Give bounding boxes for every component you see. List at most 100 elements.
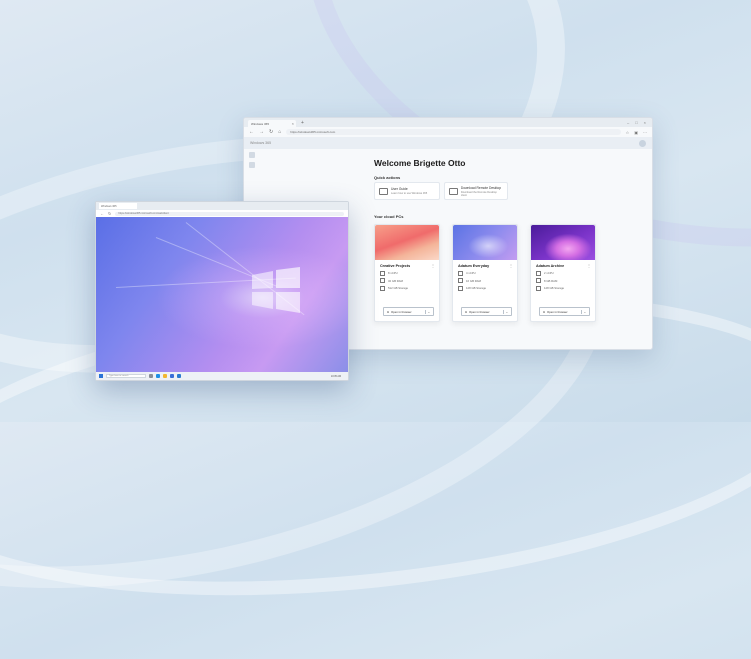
- page-title: Welcome Brigette Otto: [374, 158, 466, 168]
- pc-spec-cpu: 4 vCPU: [458, 270, 517, 276]
- open-in-browser-button[interactable]: ⧉ Open in browser ⌄: [539, 307, 590, 316]
- cpu-icon: [458, 270, 463, 276]
- home-nav-icon[interactable]: [249, 152, 255, 158]
- side-rail: [249, 152, 257, 168]
- external-link-icon: ⧉: [387, 309, 389, 314]
- pc-spec-storage-text: 128 GB Storage: [466, 286, 487, 290]
- open-in-browser-label: Open in browser: [547, 309, 568, 314]
- pc-spec-ram: 8 GB RAM: [536, 278, 595, 283]
- taskbar: Type here to search 10:05 AM: [96, 372, 348, 380]
- pc-thumbnail: [375, 225, 439, 260]
- collections-icon[interactable]: ▣: [634, 130, 638, 135]
- more-icon[interactable]: ⋮: [509, 263, 513, 268]
- forward-icon[interactable]: →: [259, 129, 264, 135]
- windows-logo-icon: [252, 267, 300, 313]
- tab-title: Windows 365: [101, 204, 117, 208]
- pc-spec-storage-text: 512 GB Storage: [388, 286, 409, 290]
- address-bar: ← ↻ https://windows365.microsoft.com/web…: [96, 210, 348, 217]
- tab-strip: Windows 365: [96, 202, 348, 210]
- guide-icon: [379, 187, 388, 195]
- pc-spec-ram-text: 32 GB RAM: [388, 278, 403, 283]
- pc-spec-ram-text: 8 GB RAM: [544, 278, 558, 283]
- pc-spec-cpu-text: 2 vCPU: [544, 271, 554, 275]
- chevron-down-icon[interactable]: ⌄: [424, 309, 430, 314]
- more-icon[interactable]: ⋮: [431, 263, 435, 268]
- quick-action-subtitle: Download the Remote Desktop client: [460, 190, 497, 197]
- ram-icon: [458, 278, 463, 283]
- cloud-pc-desktop[interactable]: [96, 217, 348, 372]
- start-button[interactable]: [99, 374, 103, 378]
- chevron-down-icon[interactable]: ⌄: [580, 309, 586, 314]
- pc-spec-storage: 512 GB Storage: [380, 285, 439, 291]
- task-view-icon[interactable]: [149, 374, 153, 378]
- remote-desktop-window: Windows 365 ← ↻ https://windows365.micro…: [95, 201, 349, 381]
- pc-thumbnail: [453, 225, 517, 260]
- mail-icon[interactable]: [177, 374, 181, 378]
- pc-spec-cpu: 2 vCPU: [536, 270, 595, 276]
- url-field[interactable]: https://windows365.microsoft.com: [286, 129, 621, 135]
- external-link-icon: ⧉: [543, 309, 545, 314]
- pc-spec-ram: 32 GB RAM: [380, 278, 439, 283]
- open-in-browser-button[interactable]: ⧉ Open in browser ⌄: [461, 307, 512, 316]
- url-field[interactable]: https://windows365.microsoft.com/webclie…: [115, 211, 344, 216]
- tab-title: Windows 365: [251, 121, 270, 126]
- favorites-icon[interactable]: ☆: [626, 130, 630, 135]
- ram-icon: [380, 278, 385, 283]
- app-header: Windows 365: [244, 137, 652, 149]
- browser-tab[interactable]: Windows 365 ×: [248, 120, 296, 127]
- cpu-icon: [380, 270, 385, 276]
- refresh-icon[interactable]: ↻: [108, 211, 111, 216]
- quick-action-subtitle: Learn how to use Windows 365: [391, 192, 428, 195]
- pc-thumbnail: [531, 225, 595, 260]
- app-name: Windows 365: [250, 141, 272, 145]
- open-in-browser-label: Open in browser: [469, 309, 490, 314]
- storage-icon: [380, 285, 385, 291]
- more-icon[interactable]: ⋮: [587, 263, 591, 268]
- cloud-pc-card[interactable]: Adatum Everyday ⋮ 4 vCPU 16 GB RAM 128 G…: [452, 224, 518, 322]
- close-tab-icon[interactable]: ×: [292, 121, 294, 126]
- cloud-pc-card[interactable]: Adatum Archive ⋮ 2 vCPU 8 GB RAM 128 GB …: [530, 224, 596, 322]
- chevron-down-icon[interactable]: ⌄: [502, 309, 508, 314]
- pc-spec-cpu: 8 vCPU: [380, 270, 439, 276]
- download-icon: [449, 187, 458, 195]
- quick-action-user-guide[interactable]: User Guide Learn how to use Windows 365: [374, 182, 440, 200]
- cloud-pc-card[interactable]: Creative Projects ⋮ 8 vCPU 32 GB RAM 512…: [374, 224, 440, 322]
- storage-icon: [536, 285, 541, 291]
- address-bar: ← → ↻ ⌂ https://windows365.microsoft.com…: [244, 127, 652, 137]
- pc-spec-storage: 128 GB Storage: [458, 285, 517, 291]
- close-window-icon[interactable]: ×: [644, 120, 646, 125]
- external-link-icon: ⧉: [465, 309, 467, 314]
- store-icon[interactable]: [170, 374, 174, 378]
- back-icon[interactable]: ←: [249, 129, 254, 135]
- quick-action-title: User Guide: [391, 187, 408, 191]
- open-in-browser-label: Open in browser: [391, 309, 412, 314]
- devices-nav-icon[interactable]: [249, 162, 255, 168]
- pc-spec-storage: 128 GB Storage: [536, 285, 595, 291]
- system-clock[interactable]: 10:05 AM: [331, 375, 345, 378]
- taskbar-search[interactable]: Type here to search: [106, 374, 146, 378]
- maximize-icon[interactable]: □: [635, 120, 637, 125]
- open-in-browser-button[interactable]: ⧉ Open in browser ⌄: [383, 307, 434, 316]
- quick-action-title: Download Remote Desktop: [460, 185, 502, 190]
- browser-menu-icon[interactable]: ⋯: [643, 130, 647, 135]
- avatar[interactable]: [639, 139, 646, 147]
- ram-icon: [536, 278, 541, 283]
- storage-icon: [458, 285, 463, 291]
- minimize-icon[interactable]: –: [627, 120, 629, 125]
- edge-icon[interactable]: [156, 374, 160, 378]
- new-tab-icon[interactable]: +: [301, 120, 304, 126]
- browser-tab[interactable]: Windows 365: [99, 203, 137, 209]
- pc-spec-cpu-text: 8 vCPU: [388, 271, 398, 275]
- pc-spec-storage-text: 128 GB Storage: [544, 286, 565, 290]
- cloud-pcs-label: Your cloud PCs: [374, 214, 404, 219]
- pc-spec-ram-text: 16 GB RAM: [466, 278, 481, 283]
- file-explorer-icon[interactable]: [163, 374, 167, 378]
- back-icon[interactable]: ←: [100, 211, 104, 216]
- quick-action-download-remote-desktop[interactable]: Download Remote Desktop Download the Rem…: [444, 182, 508, 200]
- pc-spec-ram: 16 GB RAM: [458, 278, 517, 283]
- refresh-icon[interactable]: ↻: [269, 129, 273, 135]
- cpu-icon: [536, 270, 541, 276]
- tab-strip: Windows 365 × + – □ ×: [244, 118, 652, 127]
- home-icon[interactable]: ⌂: [278, 129, 281, 135]
- pc-spec-cpu-text: 4 vCPU: [466, 271, 476, 275]
